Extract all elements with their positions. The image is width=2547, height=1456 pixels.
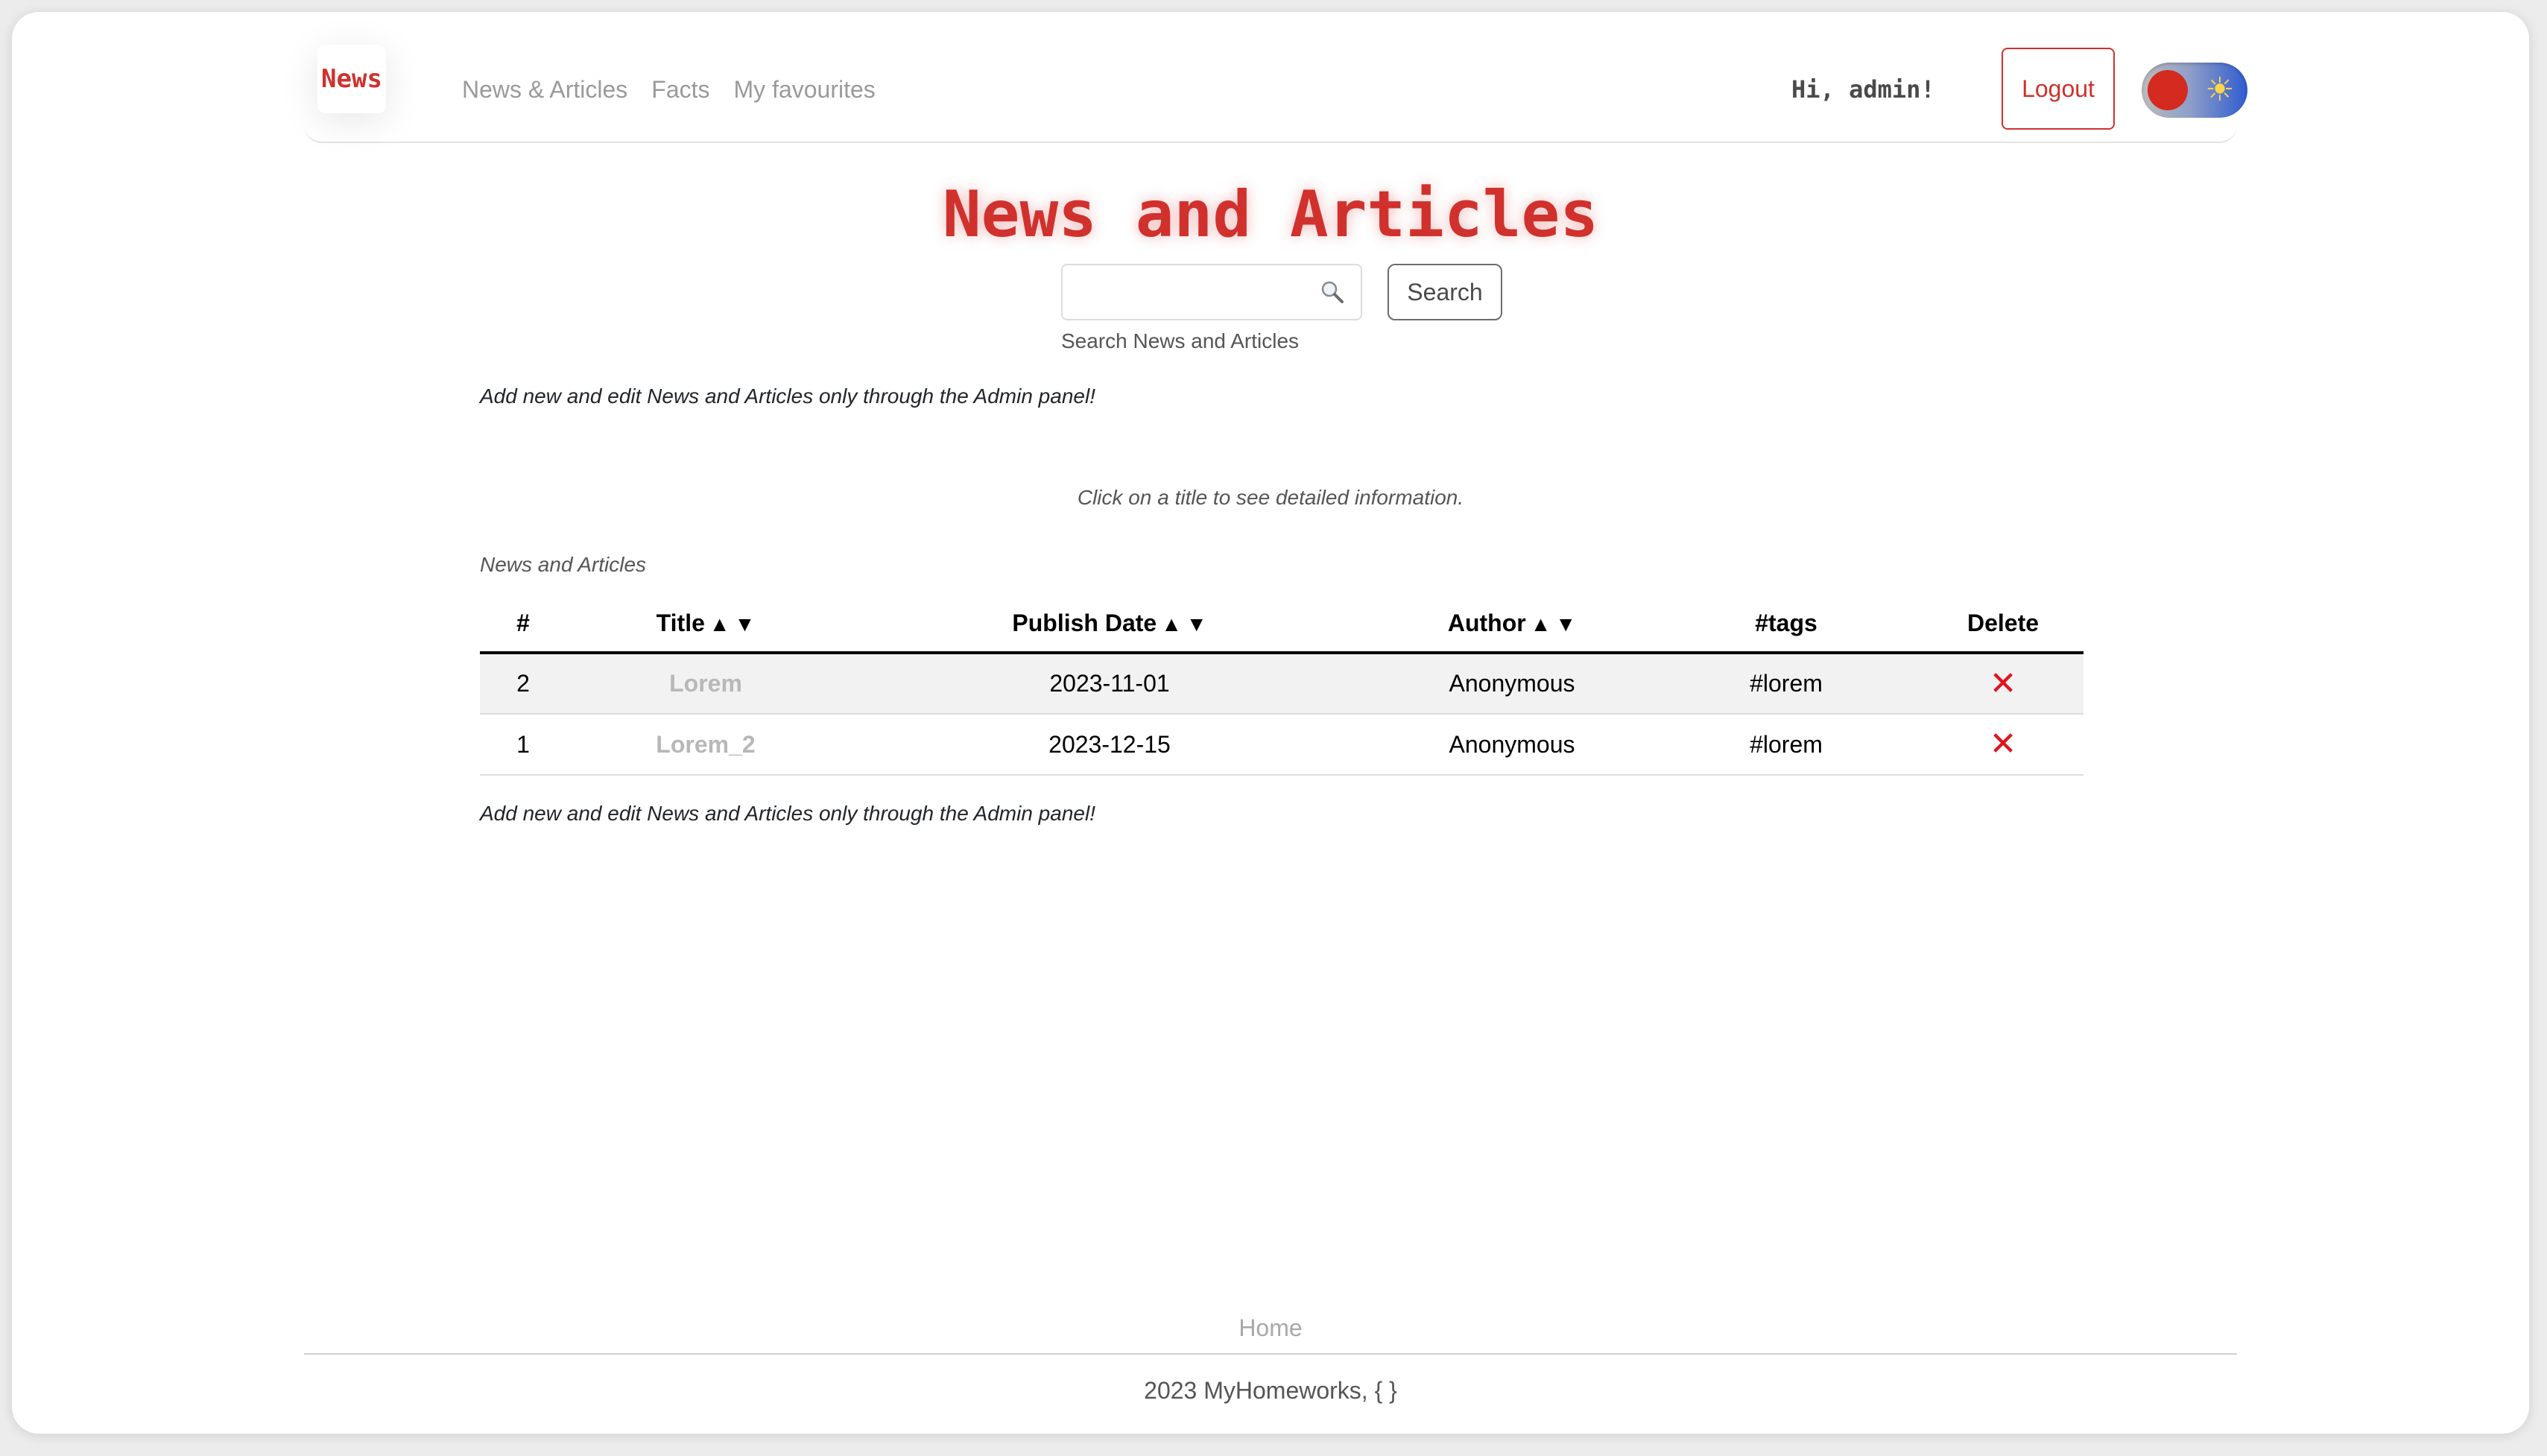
row-tags: #lorem: [1650, 714, 1923, 776]
row-title-cell: Lorem_2: [566, 714, 845, 776]
table-caption: News and Articles: [480, 553, 647, 576]
nav-links: News & Articles Facts My favourites: [462, 75, 876, 104]
click-hint: Click on a title to see detailed informa…: [1077, 486, 1464, 509]
search-hint: Search News and Articles: [1061, 329, 1300, 352]
header-tags: #tags: [1650, 595, 1923, 654]
admin-note-bottom: Add new and edit News and Articles only …: [480, 802, 1095, 825]
footer-divider: [304, 1353, 2237, 1355]
news-table: # Title ▲ ▼ Publish Date ▲ ▼ Author ▲ ▼ #tags …: [480, 595, 2084, 776]
navbar: News News & Articles Facts My favourites…: [304, 12, 2247, 143]
header-date-label: Publish Date: [1012, 609, 1157, 636]
table-header-row: # Title ▲ ▼ Publish Date ▲ ▼ Author ▲ ▼ #tags …: [480, 595, 2084, 654]
nav-link-news-articles[interactable]: News & Articles: [462, 75, 627, 104]
header-title-label: Title: [656, 609, 705, 636]
sort-date-desc[interactable]: ▼: [1186, 613, 1207, 636]
footer-copyright: 2023 MyHomeworks, { }: [1144, 1377, 1397, 1404]
sort-title-asc[interactable]: ▲: [709, 613, 730, 636]
sort-author-asc[interactable]: ▲: [1531, 613, 1551, 636]
footer-home-link[interactable]: Home: [304, 1313, 2237, 1343]
row-date: 2023-12-15: [845, 714, 1374, 776]
page-title: News and Articles: [942, 177, 1599, 252]
theme-toggle[interactable]: ☀: [2142, 63, 2247, 118]
row-tags: #lorem: [1650, 653, 1923, 715]
user-greeting: Hi, admin!: [1791, 75, 1935, 104]
table-row: 1 Lorem_2 2023-12-15 Anonymous #lorem ✕: [480, 714, 2084, 776]
row-date: 2023-11-01: [845, 653, 1374, 715]
row-title-cell: Lorem: [566, 653, 845, 715]
row-delete-cell: ✕: [1923, 653, 2084, 715]
page-container: News News & Articles Facts My favourites…: [304, 12, 2247, 1434]
toggle-knob: [2148, 70, 2188, 110]
row-author: Anonymous: [1374, 653, 1650, 715]
row-num: 1: [480, 714, 566, 776]
row-delete-cell: ✕: [1923, 714, 2084, 776]
header-date: Publish Date ▲ ▼: [845, 595, 1374, 654]
row-title-link[interactable]: Lorem: [669, 670, 742, 697]
search-input[interactable]: [1063, 265, 1316, 319]
sun-icon: ☀: [2205, 72, 2235, 108]
header-author-label: Author: [1447, 609, 1526, 636]
delete-icon[interactable]: ✕: [1990, 665, 2017, 702]
search-button[interactable]: Search: [1388, 264, 1502, 320]
sort-title-desc[interactable]: ▼: [735, 613, 756, 636]
delete-icon[interactable]: ✕: [1990, 726, 2017, 762]
table-row: 2 Lorem 2023-11-01 Anonymous #lorem ✕: [480, 653, 2084, 715]
header-author: Author ▲ ▼: [1374, 595, 1650, 654]
sort-date-asc[interactable]: ▲: [1161, 613, 1182, 636]
row-title-link[interactable]: Lorem_2: [656, 731, 755, 758]
search-box: [1061, 264, 1362, 320]
nav-link-facts[interactable]: Facts: [651, 75, 709, 104]
row-author: Anonymous: [1374, 714, 1650, 776]
nav-link-favourites[interactable]: My favourites: [734, 75, 876, 104]
brand-logo-link[interactable]: News: [317, 45, 386, 113]
header-delete: Delete: [1923, 595, 2084, 654]
logout-button[interactable]: Logout: [2002, 48, 2115, 130]
row-num: 2: [480, 653, 566, 715]
header-num: #: [480, 595, 566, 654]
admin-note-top: Add new and edit News and Articles only …: [480, 384, 1095, 408]
header-title: Title ▲ ▼: [566, 595, 845, 654]
browser-window: News News & Articles Facts My favourites…: [12, 12, 2529, 1434]
search-icon: [1321, 281, 1344, 303]
sort-author-desc[interactable]: ▼: [1555, 613, 1576, 636]
